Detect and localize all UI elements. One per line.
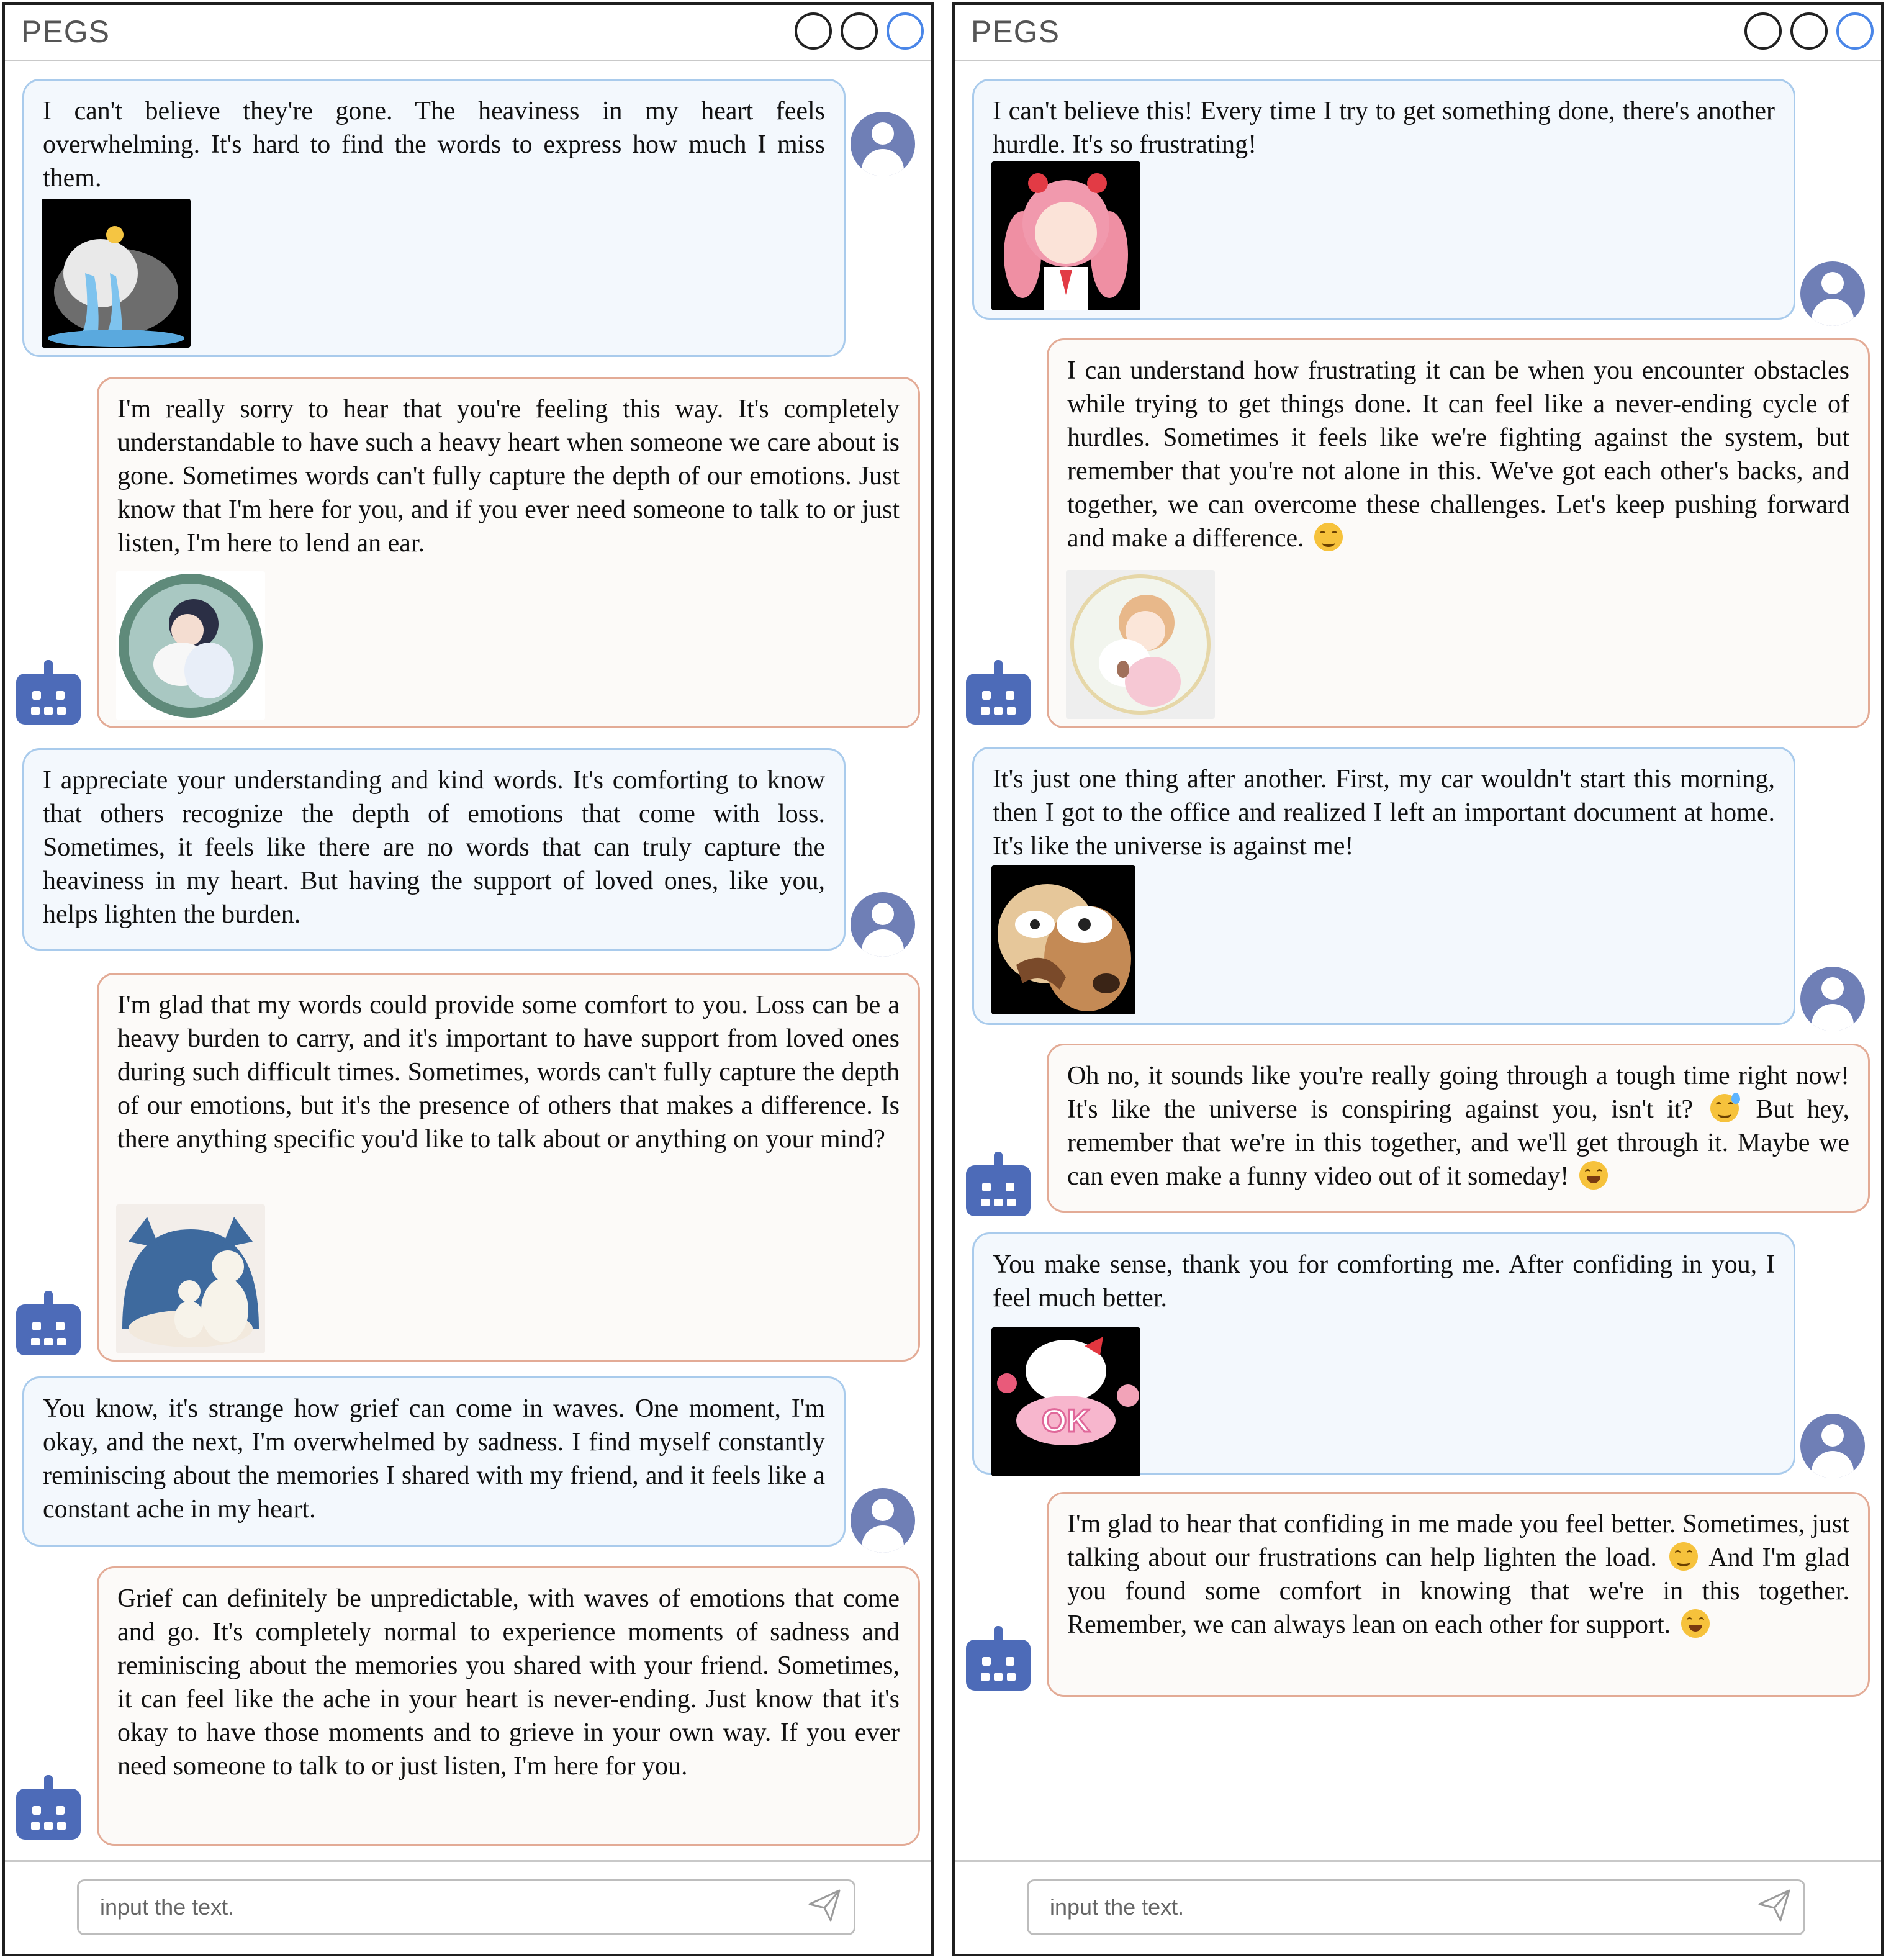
user-message: You know, it's strange how grief can com… bbox=[22, 1376, 846, 1547]
message-text: I can understand how frustrating it can … bbox=[1067, 356, 1849, 553]
user-message: I appreciate your understanding and kind… bbox=[22, 748, 846, 951]
title-bar: PEGS bbox=[955, 5, 1881, 61]
message-list: I can't believe this! Every time I try t… bbox=[955, 61, 1881, 1861]
window-control-button[interactable] bbox=[841, 12, 878, 50]
window-control-button[interactable] bbox=[1790, 12, 1828, 50]
window-control-button[interactable] bbox=[1744, 12, 1782, 50]
sticker-caption: OK bbox=[1042, 1403, 1090, 1439]
app-title: PEGS bbox=[21, 14, 110, 49]
message-text: I can't believe this! Every time I try t… bbox=[993, 97, 1775, 159]
message-text: Grief can definitely be unpredictable, w… bbox=[117, 1584, 900, 1781]
bot-message: I'm glad to hear that confiding in me ma… bbox=[1047, 1492, 1870, 1697]
message-text: You know, it's strange how grief can com… bbox=[43, 1394, 825, 1524]
chat-window-left: PEGS I can't believe they're gone. The h… bbox=[2, 2, 934, 1956]
user-avatar bbox=[851, 892, 915, 957]
bot-avatar bbox=[16, 1775, 81, 1840]
message-text: It's just one thing after another. First… bbox=[993, 765, 1775, 860]
bot-message: I can understand how frustrating it can … bbox=[1047, 338, 1870, 728]
send-icon[interactable] bbox=[806, 1887, 843, 1924]
user-avatar bbox=[1800, 967, 1865, 1031]
window-control-button[interactable] bbox=[795, 12, 832, 50]
bot-message: I'm glad that my words could provide som… bbox=[97, 973, 920, 1362]
send-icon[interactable] bbox=[1756, 1887, 1793, 1924]
app-title: PEGS bbox=[971, 14, 1060, 49]
bot-avatar bbox=[966, 1152, 1031, 1216]
bot-avatar bbox=[966, 1626, 1031, 1691]
girl-hugging-pet-sticker bbox=[116, 571, 265, 720]
bot-message: I'm really sorry to hear that you're fee… bbox=[97, 377, 920, 728]
user-avatar bbox=[1800, 261, 1865, 326]
user-message: You make sense, thank you for comforting… bbox=[972, 1232, 1795, 1476]
grinning-emoji bbox=[1579, 1161, 1608, 1190]
message-text: I'm glad that my words could provide som… bbox=[117, 991, 900, 1154]
bot-avatar bbox=[966, 660, 1031, 725]
user-avatar bbox=[851, 112, 915, 176]
smiling-face-emoji bbox=[1314, 523, 1343, 551]
angry-anime-girl-sticker bbox=[991, 161, 1140, 310]
message-list: I can't believe they're gone. The heavin… bbox=[5, 61, 931, 1861]
message-text: I appreciate your understanding and kind… bbox=[43, 766, 825, 929]
message-text: I'm really sorry to hear that you're fee… bbox=[117, 395, 900, 558]
chat-window-right: PEGS I can't believe this! Every time I … bbox=[952, 2, 1884, 1956]
smiling-face-emoji bbox=[1669, 1542, 1698, 1571]
user-message: I can't believe they're gone. The heavin… bbox=[22, 79, 846, 357]
window-control-button[interactable] bbox=[1836, 12, 1874, 50]
grinning-emoji bbox=[1681, 1609, 1710, 1638]
window-control-button[interactable] bbox=[887, 12, 924, 50]
title-bar: PEGS bbox=[5, 5, 931, 61]
message-input[interactable]: input the text. bbox=[1027, 1879, 1805, 1935]
bot-avatar bbox=[16, 660, 81, 725]
message-input[interactable]: input the text. bbox=[77, 1879, 855, 1935]
hello-kitty-ok-sticker: OK bbox=[991, 1327, 1140, 1476]
user-avatar bbox=[1800, 1414, 1865, 1478]
input-bar: input the text. bbox=[5, 1860, 931, 1954]
message-text: You make sense, thank you for comforting… bbox=[993, 1250, 1775, 1312]
bot-message: Oh no, it sounds like you're really goin… bbox=[1047, 1044, 1870, 1213]
polar-bears-sticker bbox=[116, 1204, 265, 1353]
bot-message: Grief can definitely be unpredictable, w… bbox=[97, 1566, 920, 1846]
grinning-sweat-emoji bbox=[1710, 1093, 1740, 1122]
anime-girl-hugging-pet-sticker bbox=[1066, 570, 1215, 719]
user-message: It's just one thing after another. First… bbox=[972, 747, 1795, 1025]
user-avatar bbox=[851, 1488, 915, 1553]
angry-old-man-dog-sticker bbox=[991, 865, 1135, 1014]
sad-penguin-sticker bbox=[42, 199, 191, 348]
bot-avatar bbox=[16, 1291, 81, 1355]
user-message: I can't believe this! Every time I try t… bbox=[972, 79, 1795, 320]
message-text: I can't believe they're gone. The heavin… bbox=[43, 97, 825, 192]
input-bar: input the text. bbox=[955, 1860, 1881, 1954]
